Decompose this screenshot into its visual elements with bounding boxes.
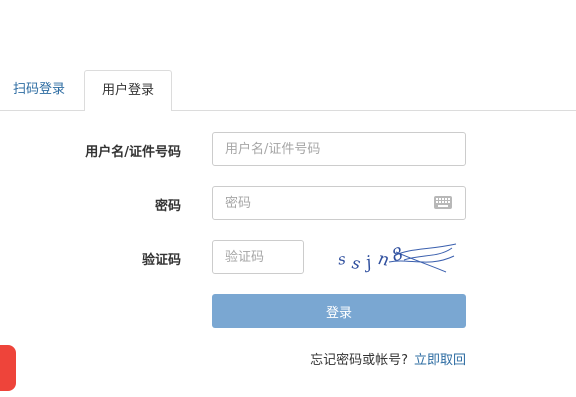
username-input[interactable]: [212, 132, 466, 166]
login-button[interactable]: 登录: [212, 294, 466, 328]
recover-link[interactable]: 立即取回: [414, 353, 466, 368]
captcha-char-1: s: [337, 250, 347, 269]
tab-scan-login[interactable]: 扫码登录: [0, 70, 78, 110]
captcha-input[interactable]: [212, 240, 304, 274]
tab-user-login[interactable]: 用户登录: [84, 70, 172, 111]
captcha-char-3: j: [360, 252, 375, 274]
username-label: 用户名/证件号码: [85, 145, 181, 160]
floating-side-button[interactable]: [0, 345, 16, 391]
captcha-char-4: n: [376, 249, 391, 271]
password-label: 密码: [154, 199, 181, 214]
password-input[interactable]: [212, 186, 466, 220]
captcha-graphic: s s j n 8: [337, 243, 457, 274]
captcha-label: 验证码: [141, 253, 181, 268]
captcha-char-2: s: [351, 253, 362, 273]
keyboard-icon[interactable]: [434, 196, 452, 209]
forgot-text: 忘记密码或帐号?: [310, 353, 408, 368]
login-page: 扫码登录 用户登录 用户名/证件号码 密码 验证码 s s j n 8 登录 忘…: [0, 0, 576, 397]
captcha-image[interactable]: s s j n 8: [334, 238, 458, 278]
forgot-row: 忘记密码或帐号? 立即取回: [310, 349, 466, 368]
